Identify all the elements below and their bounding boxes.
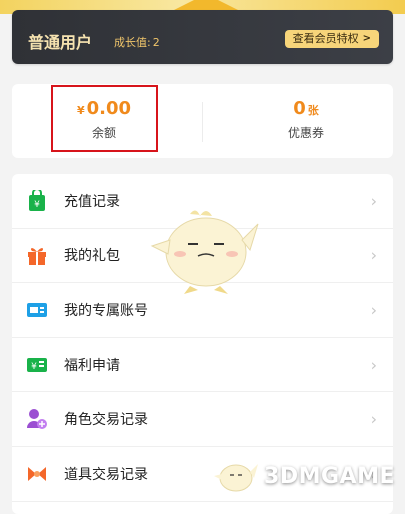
coupon-unit: 张 [307, 104, 319, 117]
chevron-right-icon: › [370, 245, 377, 265]
wallet-card: ¥0.00 余额 0张 优惠券 [12, 84, 393, 158]
wallet-divider [202, 102, 203, 142]
coupon-label: 优惠券 [287, 126, 324, 140]
coupon-entry[interactable]: 0张 优惠券 [258, 98, 354, 146]
balance-value: 0.00 [86, 98, 132, 119]
member-card: 普通用户 成长值: 2 查看会员特权 > [12, 10, 393, 64]
gift-icon [26, 244, 48, 266]
watermark-text: 3DMGAME [264, 463, 395, 489]
chevron-right-icon: › [370, 191, 377, 211]
menu-item-label: 充值记录 [64, 193, 120, 210]
menu-item-welfare-application[interactable]: ¥ 福利申请 › [12, 338, 393, 393]
coupon-amount: 0张 [258, 98, 354, 122]
chevron-right-icon: › [370, 409, 377, 429]
menu-item-label: 我的礼包 [64, 248, 120, 265]
view-member-privileges-button[interactable]: 查看会员特权 > [284, 30, 379, 48]
menu-item-role-trade-records[interactable]: 角色交易记录 › [12, 392, 393, 447]
menu-item-label: 道具交易记录 [64, 466, 148, 483]
balance-amount: ¥0.00 [52, 98, 156, 122]
role-trade-icon [26, 408, 48, 430]
balance-label: 余额 [91, 126, 116, 140]
growth-number: 2 [152, 36, 160, 49]
menu-item-label: 福利申请 [64, 357, 120, 374]
chevron-right-icon: › [370, 300, 377, 320]
3dmgame-watermark: 3DMGAME [214, 458, 395, 494]
chevron-right-icon: > [362, 33, 371, 44]
mascot-character-icon [150, 210, 259, 294]
currency-symbol: ¥ [76, 104, 85, 117]
balance-entry[interactable]: ¥0.00 余额 [52, 98, 156, 146]
menu-item-label: 角色交易记录 [64, 412, 148, 429]
member-level-title: 普通用户 [28, 33, 93, 52]
coupon-count: 0 [293, 98, 306, 119]
growth-label: 成长值: [114, 36, 151, 49]
chevron-right-icon: › [370, 355, 377, 375]
svg-text:¥: ¥ [31, 362, 37, 372]
view-privileges-label: 查看会员特权 [292, 32, 359, 45]
account-card-icon [26, 299, 48, 321]
welfare-voucher-icon: ¥ [26, 354, 48, 376]
growth-value-text: 成长值: 2 [114, 34, 160, 50]
watermark-mascot-icon [214, 464, 259, 492]
menu-item-label: 我的专属账号 [64, 302, 148, 319]
item-trade-icon [26, 463, 48, 485]
svg-text:¥: ¥ [34, 200, 40, 210]
recharge-bag-icon: ¥ [26, 189, 48, 212]
